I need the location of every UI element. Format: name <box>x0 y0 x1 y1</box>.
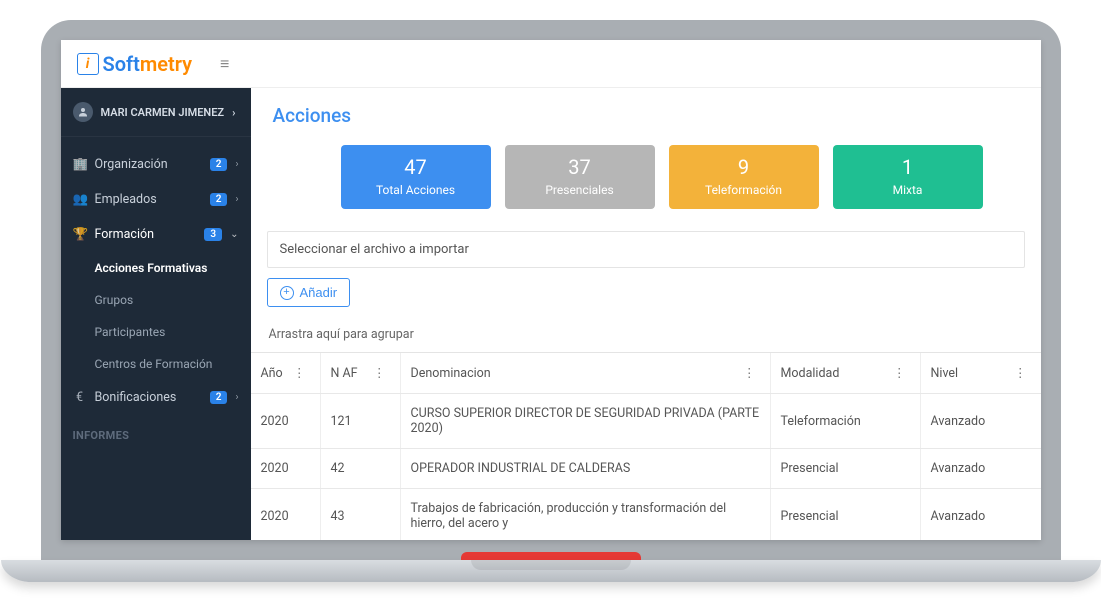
stat-label: Total Acciones <box>349 183 483 197</box>
stat-label: Presenciales <box>513 183 647 197</box>
cell-nivel: Avanzado <box>921 449 1041 488</box>
topbar: i Softmetry ≡ <box>61 40 1041 88</box>
stat-value: 47 <box>349 155 483 179</box>
cell-modalidad: Teleformación <box>771 394 921 448</box>
stats-row: 47 Total Acciones 37 Presenciales 9 Tele… <box>251 137 1041 227</box>
logo-text: Softmetry <box>103 52 193 76</box>
laptop-base <box>1 560 1101 582</box>
sidebar-item-label: Organización <box>95 157 202 172</box>
main-content: Acciones 47 Total Acciones 37 Presencial… <box>251 88 1041 540</box>
column-menu-icon[interactable]: ⋮ <box>369 365 390 381</box>
cell-naf: 42 <box>321 449 401 488</box>
sidebar-item-label: Empleados <box>95 192 202 207</box>
column-menu-icon[interactable]: ⋮ <box>289 365 310 381</box>
cell-denominacion: OPERADOR INDUSTRIAL DE CALDERAS <box>401 449 771 488</box>
stat-value: 1 <box>841 155 975 179</box>
trophy-icon: 🏆 <box>73 227 87 242</box>
table-row[interactable]: 2020 121 CURSO SUPERIOR DIRECTOR DE SEGU… <box>251 394 1041 449</box>
cell-denominacion: Trabajos de fabricación, producción y tr… <box>401 489 771 540</box>
sidebar-sub-grupos[interactable]: Grupos <box>61 284 251 316</box>
cell-denominacion: CURSO SUPERIOR DIRECTOR DE SEGURIDAD PRI… <box>401 394 771 448</box>
sidebar: MARI CARMEN JIMENEZ › 🏢 Organización 2 ›… <box>61 88 251 540</box>
people-icon: 👥 <box>73 192 87 207</box>
menu-toggle-icon[interactable]: ≡ <box>220 54 229 74</box>
table-row[interactable]: 2020 42 OPERADOR INDUSTRIAL DE CALDERAS … <box>251 449 1041 489</box>
stat-card-presenciales[interactable]: 37 Presenciales <box>505 145 655 209</box>
sidebar-section-informes: INFORMES <box>61 415 251 448</box>
stat-value: 37 <box>513 155 647 179</box>
chevron-right-icon: › <box>235 392 238 403</box>
plus-circle-icon: + <box>280 286 294 300</box>
cell-nivel: Avanzado <box>921 394 1041 448</box>
file-import-input[interactable]: Seleccionar el archivo a importar <box>267 231 1025 268</box>
column-menu-icon[interactable]: ⋮ <box>889 365 910 381</box>
cell-modalidad: Presencial <box>771 449 921 488</box>
stat-card-mixta[interactable]: 1 Mixta <box>833 145 983 209</box>
col-header-nivel[interactable]: Nivel ⋮ <box>921 353 1041 393</box>
col-header-year[interactable]: Año ⋮ <box>251 353 321 393</box>
table-row[interactable]: 2020 43 Trabajos de fabricación, producc… <box>251 489 1041 540</box>
user-name: MARI CARMEN JIMENEZ <box>101 106 225 119</box>
stat-card-total[interactable]: 47 Total Acciones <box>341 145 491 209</box>
sidebar-item-label: Bonificaciones <box>95 390 202 405</box>
sidebar-item-bonificaciones[interactable]: € Bonificaciones 2 › <box>61 380 251 415</box>
table-header-row: Año ⋮ N AF ⋮ Denominacion ⋮ <box>251 353 1041 394</box>
sidebar-item-label: Formación <box>95 227 197 242</box>
sidebar-sub-centros[interactable]: Centros de Formación <box>61 348 251 380</box>
badge: 3 <box>204 228 222 241</box>
logo-text-soft: Soft <box>103 52 140 76</box>
column-menu-icon[interactable]: ⋮ <box>1010 365 1031 381</box>
badge: 2 <box>210 158 228 171</box>
sidebar-item-formacion[interactable]: 🏆 Formación 3 ⌄ <box>61 217 251 252</box>
cell-year: 2020 <box>251 489 321 540</box>
cell-year: 2020 <box>251 394 321 448</box>
cell-naf: 43 <box>321 489 401 540</box>
col-header-naf[interactable]: N AF ⋮ <box>321 353 401 393</box>
chevron-right-icon: › <box>235 159 238 170</box>
sidebar-sub-acciones-formativas[interactable]: Acciones Formativas <box>61 252 251 284</box>
data-table: Año ⋮ N AF ⋮ Denominacion ⋮ <box>251 352 1041 540</box>
building-icon: 🏢 <box>73 157 87 172</box>
stat-value: 9 <box>677 155 811 179</box>
cell-modalidad: Presencial <box>771 489 921 540</box>
chevron-right-icon: › <box>232 106 235 119</box>
col-header-modalidad[interactable]: Modalidad ⋮ <box>771 353 921 393</box>
badge: 2 <box>210 391 228 404</box>
stat-card-teleformacion[interactable]: 9 Teleformación <box>669 145 819 209</box>
cell-nivel: Avanzado <box>921 489 1041 540</box>
stat-label: Teleformación <box>677 183 811 197</box>
column-menu-icon[interactable]: ⋮ <box>739 365 760 381</box>
chevron-down-icon: ⌄ <box>230 229 238 240</box>
cell-naf: 121 <box>321 394 401 448</box>
page-title: Acciones <box>251 88 1041 137</box>
col-header-denominacion[interactable]: Denominacion ⋮ <box>401 353 771 393</box>
euro-icon: € <box>73 390 87 405</box>
stat-label: Mixta <box>841 183 975 197</box>
logo-icon: i <box>77 53 99 75</box>
add-button-label: Añadir <box>300 285 338 300</box>
logo-text-metry: metry <box>140 52 192 76</box>
chevron-right-icon: › <box>235 194 238 205</box>
app-window: i Softmetry ≡ MARI CARMEN JIMENEZ › <box>61 40 1041 540</box>
badge: 2 <box>210 193 228 206</box>
avatar-icon <box>73 102 93 122</box>
group-drop-hint[interactable]: Arrastra aquí para agrupar <box>251 317 1041 352</box>
cell-year: 2020 <box>251 449 321 488</box>
add-button[interactable]: + Añadir <box>267 278 351 307</box>
sidebar-item-organizacion[interactable]: 🏢 Organización 2 › <box>61 147 251 182</box>
user-profile[interactable]: MARI CARMEN JIMENEZ › <box>61 88 251 137</box>
sidebar-sub-participantes[interactable]: Participantes <box>61 316 251 348</box>
sidebar-item-empleados[interactable]: 👥 Empleados 2 › <box>61 182 251 217</box>
logo[interactable]: i Softmetry <box>77 52 193 76</box>
